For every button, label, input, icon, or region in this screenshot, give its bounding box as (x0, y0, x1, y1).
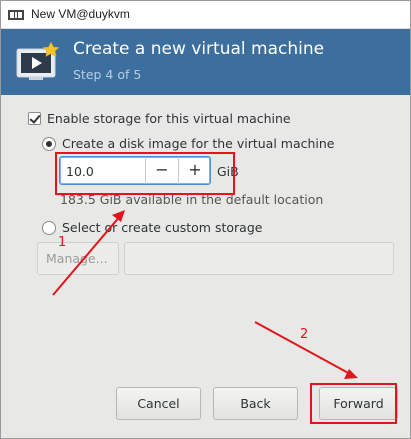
increase-size-button[interactable]: + (178, 157, 211, 184)
back-button[interactable]: Back (213, 387, 298, 420)
wizard-step: Step 4 of 5 (73, 67, 142, 82)
forward-button[interactable]: Forward (319, 387, 398, 420)
create-disk-radio[interactable] (42, 137, 56, 151)
storage-page: Enable storage for this virtual machine … (1, 95, 410, 438)
manage-button[interactable]: Manage... (37, 242, 119, 275)
available-space-text: 183.5 GiB available in the default locat… (60, 192, 324, 207)
title-bar: New VM@duykvm (1, 1, 410, 29)
virt-manager-app-icon (8, 10, 24, 20)
new-vm-icon (16, 41, 60, 80)
enable-storage-checkbox[interactable] (28, 112, 41, 125)
disk-size-spinbox[interactable]: − + (59, 156, 211, 185)
manage-button-label: Manage... (46, 251, 108, 266)
new-vm-window: New VM@duykvm Create a new virtual machi… (0, 0, 411, 439)
enable-storage-label[interactable]: Enable storage for this virtual machine (47, 111, 291, 126)
custom-storage-label[interactable]: Select or create custom storage (62, 220, 262, 235)
size-unit-label: GiB (217, 164, 239, 179)
custom-storage-radio[interactable] (42, 221, 56, 235)
decrease-size-button[interactable]: − (145, 157, 178, 184)
wizard-heading: Create a new virtual machine (73, 39, 325, 59)
custom-storage-path-field[interactable] (124, 242, 394, 275)
disk-size-input[interactable] (66, 162, 144, 180)
wizard-header: Create a new virtual machine Step 4 of 5 (1, 29, 410, 95)
window-title: New VM@duykvm (31, 7, 130, 21)
create-disk-label[interactable]: Create a disk image for the virtual mach… (62, 136, 335, 151)
cancel-button[interactable]: Cancel (116, 387, 201, 420)
